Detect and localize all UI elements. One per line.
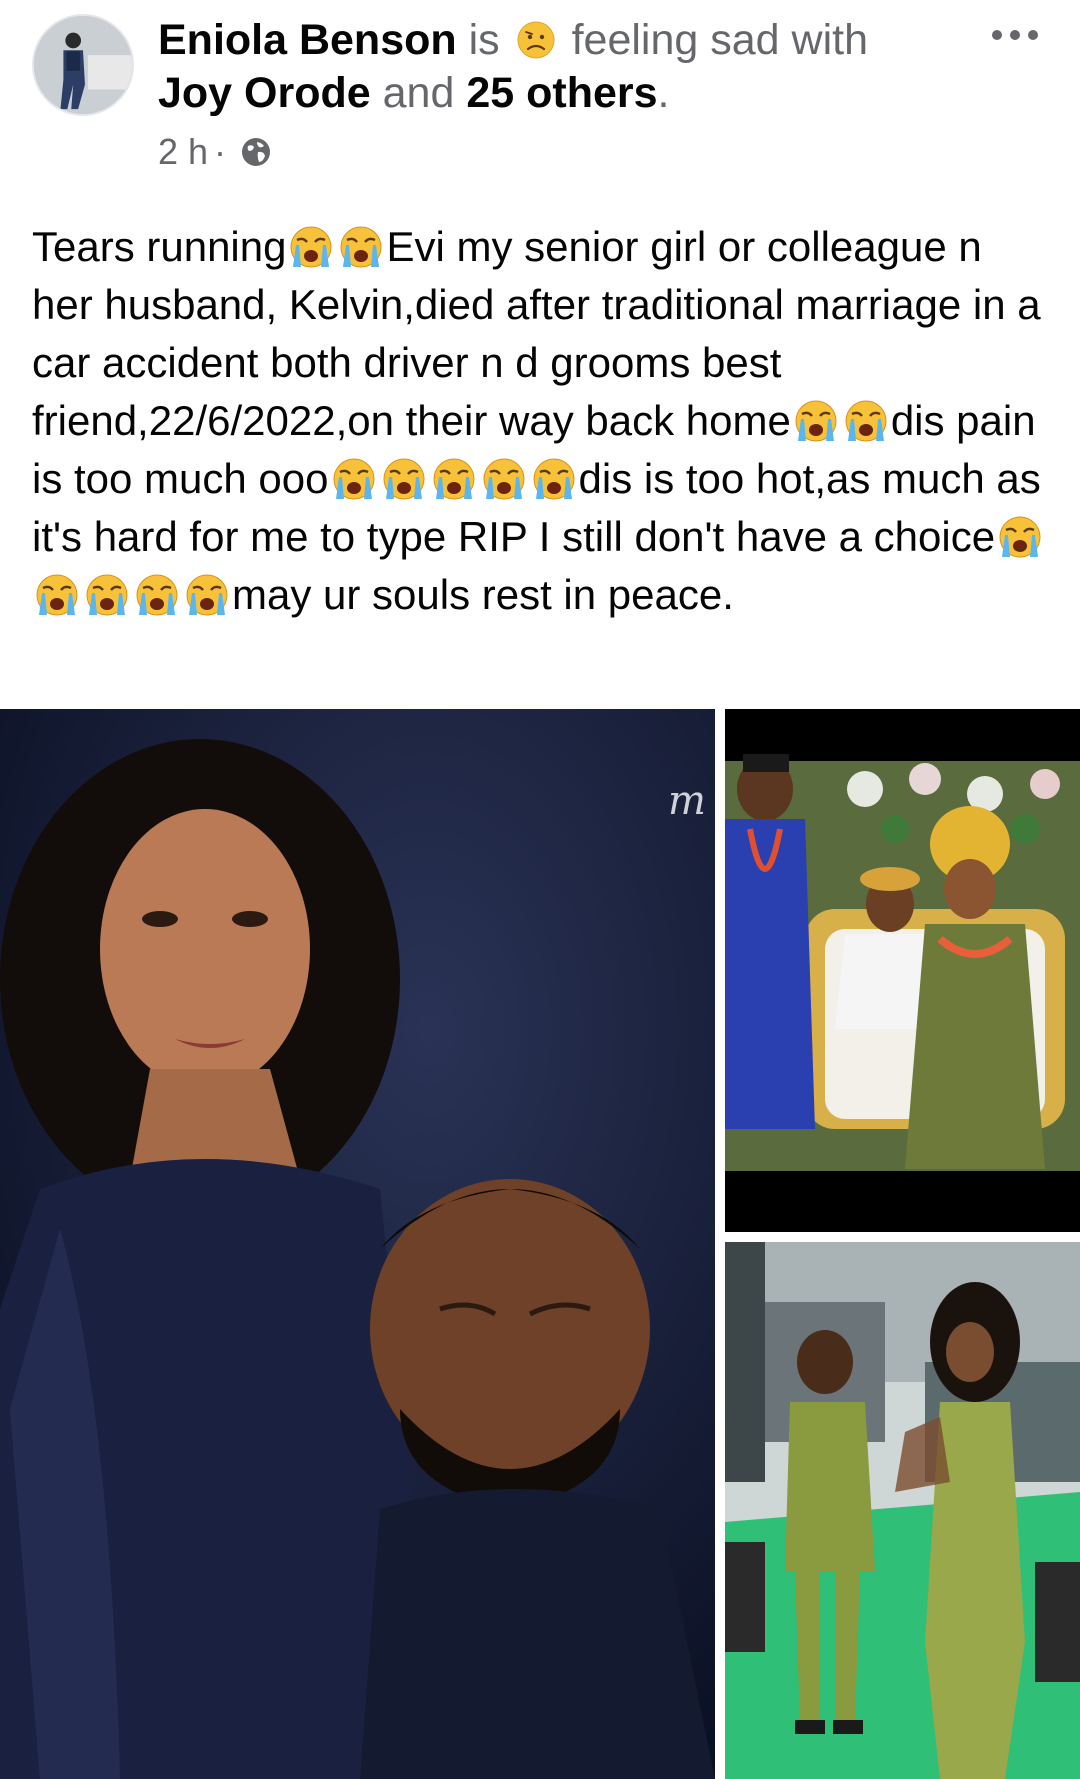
crying-face-emoji-icon bbox=[86, 574, 128, 616]
tagged-others[interactable]: 25 others bbox=[466, 69, 657, 117]
crying-face-emoji-icon bbox=[340, 226, 382, 268]
crying-face-emoji-icon bbox=[186, 574, 228, 616]
crying-face-emoji-icon bbox=[483, 458, 525, 500]
post-meta: 2 h · bbox=[158, 130, 272, 174]
feeling-text: feeling sad with bbox=[571, 16, 868, 64]
is-text: is bbox=[468, 16, 500, 64]
and-text: and bbox=[382, 69, 455, 117]
photo-grid: m bbox=[0, 709, 1080, 1779]
globe-icon[interactable] bbox=[240, 136, 272, 168]
body-segment-1: Tears running bbox=[32, 223, 287, 270]
couple-outdoor-photo[interactable] bbox=[725, 1242, 1080, 1779]
crying-face-emoji-icon bbox=[36, 574, 78, 616]
crying-face-emoji-icon bbox=[433, 458, 475, 500]
author-avatar[interactable] bbox=[32, 14, 134, 116]
traditional-wedding-image bbox=[725, 709, 1080, 1232]
crying-face-emoji-icon bbox=[290, 226, 332, 268]
post-text: Tears running Evi my senior girl or colle… bbox=[32, 218, 1052, 624]
crying-face-emoji-icon bbox=[136, 574, 178, 616]
more-options-icon[interactable] bbox=[985, 20, 1045, 50]
traditional-wedding-photo[interactable] bbox=[725, 709, 1080, 1232]
crying-face-emoji-icon bbox=[795, 400, 837, 442]
couple-portrait-photo[interactable]: m bbox=[0, 709, 715, 1779]
crying-face-emoji-icon bbox=[533, 458, 575, 500]
avatar-person-icon bbox=[34, 16, 132, 114]
crying-face-emoji-icon bbox=[383, 458, 425, 500]
post-time[interactable]: 2 h bbox=[158, 130, 208, 174]
svg-text:m: m bbox=[668, 778, 706, 824]
body-segment-5: may ur souls rest in peace. bbox=[232, 571, 734, 618]
tagged-person[interactable]: Joy Orode bbox=[158, 69, 371, 117]
crying-face-emoji-icon bbox=[333, 458, 375, 500]
author-name[interactable]: Eniola Benson bbox=[158, 16, 457, 64]
meta-separator: · bbox=[214, 131, 227, 172]
crying-face-emoji-icon bbox=[845, 400, 887, 442]
couple-portrait-image: m bbox=[0, 709, 715, 1779]
post-title: Eniola Benson is feeling sad with Joy Or… bbox=[158, 14, 958, 120]
post-header: Eniola Benson is feeling sad with Joy Or… bbox=[0, 0, 1080, 190]
sad-face-emoji-icon bbox=[517, 21, 555, 59]
period-text: . bbox=[657, 69, 670, 117]
crying-face-emoji-icon bbox=[999, 516, 1041, 558]
couple-outdoor-image bbox=[725, 1242, 1080, 1779]
